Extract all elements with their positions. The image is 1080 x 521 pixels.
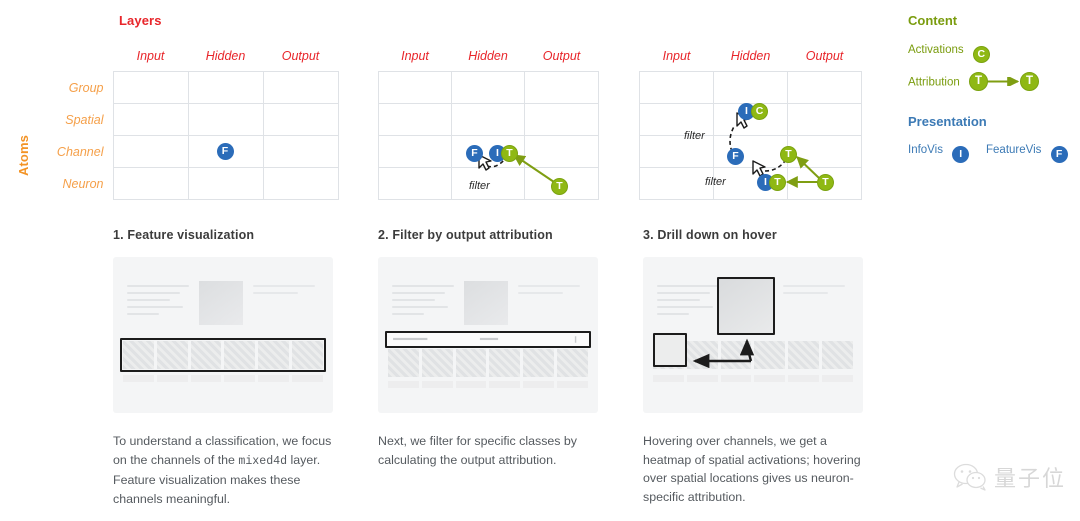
caption-code-layer: mixed4d (238, 454, 288, 468)
legend-item-attribution: Attribution T T (908, 72, 1039, 92)
mock-text-lines-right (783, 285, 845, 299)
column-header-output: Output (263, 41, 338, 72)
cell-neuron-input[interactable] (112, 167, 189, 200)
step-card-1: 1. Feature visualization To understand a… (113, 228, 378, 508)
step-title-1: 1. Feature visualization (113, 228, 255, 242)
mock-caption-strip (653, 375, 853, 382)
step-thumbnail-1[interactable] (113, 257, 333, 413)
step-title-3: 3. Drill down on hover (643, 228, 777, 242)
cell-spatial-output[interactable] (262, 103, 339, 136)
table-row: Group (38, 71, 339, 104)
badge-infovis[interactable]: I (952, 146, 970, 163)
zoom-detail-square (717, 277, 775, 335)
step-thumbnail-3[interactable] (643, 257, 863, 413)
cell-neuron-output[interactable] (262, 167, 339, 200)
mock-caption-strip (388, 381, 588, 388)
matrix-grid-1: Input Hidden Output Group Spatial Channe… (38, 41, 339, 200)
legend-heading-presentation: Presentation (908, 114, 987, 129)
caption-part-before: Next, we filter for specific classes by … (378, 434, 578, 467)
badge-attribution-source[interactable]: T (968, 72, 988, 91)
badge-activations[interactable]: C (751, 103, 768, 120)
mock-feature-strip (388, 349, 588, 377)
column-header-hidden: Hidden (188, 41, 263, 72)
corner-cell (38, 41, 113, 72)
matrix-grid-2-overlay: F I T T filter (378, 41, 598, 206)
step-caption-1: To understand a classification, we focus… (113, 432, 345, 508)
row-header-group: Group (38, 71, 114, 104)
step-caption-3: Hovering over channels, we get a heatmap… (643, 432, 875, 508)
legend-label-infovis: InfoVis (908, 144, 943, 156)
step-card-3: 3. Drill down on hover Hovering over cha… (643, 228, 908, 508)
matrix-grid-3-overlay: I C F T I T T filter filter (639, 41, 861, 206)
highlight-box-filter-bar (385, 331, 591, 348)
row-header-channel: Channel (38, 135, 114, 168)
badge-featurevis[interactable]: F (727, 148, 744, 165)
wechat-icon (953, 463, 986, 491)
step-card-2: 2. Filter by output attribution Next, we… (378, 228, 643, 471)
badge-attribution-output[interactable]: T (551, 178, 568, 195)
legend-label-featurevis: FeatureVis (986, 144, 1042, 156)
highlight-box-channels (120, 338, 326, 372)
badge-activations[interactable]: C (972, 46, 990, 63)
mock-text-lines-right (518, 285, 580, 299)
cell-spatial-hidden[interactable] (187, 103, 264, 136)
mock-image-block (464, 281, 508, 325)
cell-group-input[interactable] (112, 71, 189, 104)
watermark: 量子位 (953, 461, 1066, 493)
badge-attribution[interactable]: T (780, 146, 797, 163)
legend-panel: Content Activations C Attribution T T Pr… (908, 0, 1080, 180)
filter-label: filter (469, 180, 490, 192)
column-header-input: Input (113, 41, 188, 72)
zoom-source-square (653, 333, 687, 367)
legend-item-featurevis: FeatureVis F (986, 142, 1068, 163)
mock-text-lines (127, 285, 189, 320)
legend-heading-content: Content (908, 13, 958, 28)
legend-label-activations: Activations (908, 44, 964, 56)
badge-attribution[interactable]: T (501, 145, 518, 162)
cell-neuron-hidden[interactable] (187, 167, 264, 200)
mock-text-lines-right (253, 285, 315, 299)
table-row: Spatial (38, 103, 339, 136)
badge-attribution-output[interactable]: T (817, 174, 834, 191)
mock-text-lines (392, 285, 454, 320)
badge-featurevis[interactable]: F (1050, 146, 1068, 163)
cell-spatial-input[interactable] (112, 103, 189, 136)
row-header-spatial: Spatial (38, 103, 114, 136)
mock-text-lines (657, 285, 719, 320)
steps-section: 1. Feature visualization To understand a… (0, 228, 1080, 521)
atoms-axis-title: Atoms (16, 135, 31, 176)
legend-label-attribution: Attribution (908, 76, 960, 89)
filter-label: filter (684, 130, 705, 142)
badge-featurevis[interactable]: F (466, 145, 483, 162)
table-row: Neuron (38, 167, 339, 200)
matrix-section: Layers Atoms Input Hidden Output Group S… (0, 0, 1080, 215)
cell-group-hidden[interactable] (187, 71, 264, 104)
badge-featurevis[interactable]: F (216, 142, 234, 160)
mock-caption-strip (123, 375, 323, 382)
table-row: Channel F (38, 135, 339, 168)
filter-bar-content (393, 336, 577, 343)
watermark-text: 量子位 (993, 467, 1066, 492)
badge-attribution-target[interactable]: T (1019, 72, 1039, 91)
caption-part-before: Hovering over channels, we get a heatmap… (643, 434, 861, 504)
cell-channel-output[interactable] (262, 135, 339, 168)
step-thumbnail-2[interactable] (378, 257, 598, 413)
legend-item-activations: Activations C (908, 42, 990, 63)
badge-attribution[interactable]: T (769, 174, 786, 191)
step-title-2: 2. Filter by output attribution (378, 228, 553, 242)
mock-image-block (199, 281, 243, 325)
cell-channel-hidden[interactable]: F (187, 135, 264, 168)
step-caption-2: Next, we filter for specific classes by … (378, 432, 610, 471)
table-header-row: Input Hidden Output (38, 41, 338, 72)
cell-channel-input[interactable] (112, 135, 189, 168)
legend-item-infovis: InfoVis I (908, 142, 970, 163)
cell-group-output[interactable] (262, 71, 339, 104)
layers-axis-title: Layers (119, 13, 162, 28)
filter-label: filter (705, 176, 726, 188)
row-header-neuron: Neuron (38, 167, 114, 200)
